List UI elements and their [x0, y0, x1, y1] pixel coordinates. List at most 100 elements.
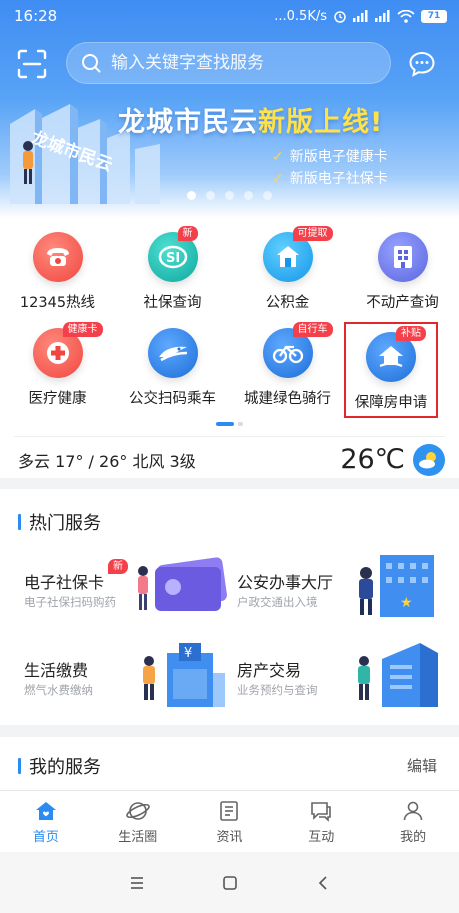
service-label: 医疗健康 [28, 391, 87, 407]
service-bus-scan[interactable]: 公交扫码乘车 [115, 314, 230, 410]
hot-services-title: 热门服务 [29, 513, 101, 534]
home-nav-button[interactable] [215, 868, 245, 898]
battery-icon: 71 [421, 9, 447, 23]
news-icon [220, 801, 239, 821]
service-badge: 新 [177, 226, 198, 241]
section-title: 热门服务 [18, 509, 101, 535]
weather-bar[interactable]: 多云 17° / 26° 北风 3级 26℃ [14, 436, 445, 482]
tab-mine[interactable]: 我的 [367, 791, 459, 852]
service-medical-health[interactable]: 健康卡 医疗健康 [0, 314, 115, 410]
hot-service-utility-payment[interactable]: 生活缴费 燃气水费缴纳 ¥ [24, 643, 239, 737]
tab-label: 生活圈 [118, 830, 158, 845]
search-row [0, 42, 459, 86]
hot-services-section: 热门服务 电子社保卡 电子社保扫码购药 新 公安办事大厅 户政交通出入境 ★ 生… [0, 489, 459, 725]
banner-feature-list: ✓ 新版电子健康卡 ✓ 新版电子社保卡 [272, 146, 388, 190]
hot-service-subtitle: 户政交通出入境 [237, 595, 318, 609]
service-badge: 可提取 [292, 226, 333, 241]
header-banner-area: 16:28 ...0.5K/s 71 输入关键字查找服务 龙城市民云 龙城市民云… [0, 0, 459, 218]
service-label: 城建绿色骑行 [244, 391, 331, 407]
banner-feature: ✓ 新版电子社保卡 [272, 171, 388, 187]
planet-icon [125, 802, 150, 820]
edit-button[interactable]: 编辑 [407, 755, 437, 776]
status-bar: 16:28 ...0.5K/s 71 [0, 0, 459, 32]
tab-home[interactable]: 首页 [0, 791, 92, 852]
hot-service-title: 电子社保卡 [24, 573, 105, 592]
tab-life-circle[interactable]: 生活圈 [92, 791, 184, 852]
bus-icon [147, 328, 198, 378]
hot-service-subtitle: 电子社保扫码购药 [24, 595, 116, 609]
svg-text:SI: SI [166, 251, 180, 266]
service-grid: 12345热线 SI 新 社保查询 可提取 公积金 不动产查询 健康卡 医疗健康… [0, 218, 459, 478]
hot-service-e-social-card[interactable]: 电子社保卡 电子社保扫码购药 新 [24, 557, 239, 649]
medical-cross-icon: 健康卡 [32, 322, 103, 378]
service-badge: 自行车 [292, 322, 333, 337]
tab-label: 我的 [400, 830, 427, 845]
utility-payment-illustration: ¥ [143, 643, 225, 707]
tab-news[interactable]: 资讯 [184, 791, 276, 852]
search-bar[interactable] [66, 42, 391, 84]
status-icons: ...0.5K/s 71 [274, 9, 447, 24]
my-services-section: 我的服务 编辑 [0, 737, 459, 797]
carousel-dot[interactable] [225, 191, 234, 200]
alarm-icon [333, 9, 347, 23]
search-icon [82, 54, 101, 73]
carousel-dot[interactable] [263, 191, 272, 200]
service-social-security[interactable]: SI 新 社保查询 [115, 218, 230, 314]
tab-label: 资讯 [216, 830, 243, 845]
scan-icon [17, 49, 47, 79]
tab-label: 互动 [308, 830, 335, 845]
service-real-estate[interactable]: 不动产查询 [345, 218, 459, 314]
grid-page-indicator [0, 422, 459, 426]
message-button[interactable] [406, 48, 438, 80]
status-time: 16:28 [14, 7, 58, 25]
banner-title-main: 龙城市民云 [118, 107, 258, 138]
check-icon: ✓ [272, 171, 284, 187]
signal-icon [353, 10, 369, 22]
svg-text:¥: ¥ [184, 646, 192, 661]
section-accent-bar [18, 758, 21, 774]
service-label: 不动产查询 [366, 295, 439, 311]
carousel-dots [0, 191, 459, 200]
page-indicator-active [216, 422, 234, 426]
hot-service-property-trade[interactable]: 房产交易 业务预约与查询 [237, 643, 452, 737]
hot-service-subtitle: 业务预约与查询 [237, 683, 318, 697]
police-hall-illustration: ★ [359, 555, 434, 617]
scan-button[interactable] [14, 46, 50, 82]
service-label: 社保查询 [143, 295, 202, 311]
property-trade-illustration [358, 643, 438, 707]
carousel-dot[interactable] [244, 191, 253, 200]
back-arrow-icon [318, 875, 327, 890]
tab-label: 首页 [32, 830, 59, 845]
chat-icon [311, 802, 332, 822]
recents-button[interactable] [122, 868, 152, 898]
back-button[interactable] [308, 868, 338, 898]
service-badge: 补贴 [396, 326, 426, 341]
house-fund-icon: 可提取 [262, 226, 333, 282]
partly-cloudy-icon [413, 443, 445, 476]
service-label: 公积金 [265, 295, 310, 311]
carousel-dot[interactable] [206, 191, 215, 200]
banner-title: 龙城市民云新版上线! [118, 100, 383, 139]
service-green-cycling[interactable]: 自行车 城建绿色骑行 [230, 314, 345, 410]
service-affordable-housing[interactable]: 补贴 保障房申请 [344, 322, 438, 418]
hot-service-title: 房产交易 [237, 661, 302, 680]
signal-icon [375, 10, 391, 22]
service-badge: 健康卡 [62, 322, 103, 337]
service-housing-fund[interactable]: 可提取 公积金 [230, 218, 345, 314]
tab-interaction[interactable]: 互动 [275, 791, 367, 852]
banner-feature: ✓ 新版电子健康卡 [272, 149, 388, 165]
phone-icon [32, 232, 83, 282]
network-speed: ...0.5K/s [274, 8, 327, 24]
square-icon [222, 875, 237, 890]
service-12345-hotline[interactable]: 12345热线 [0, 218, 115, 314]
social-card-illustration [138, 557, 227, 611]
hot-service-police-hall[interactable]: 公安办事大厅 户政交通出入境 ★ [237, 555, 452, 649]
search-input[interactable] [111, 53, 371, 73]
weather-temperature: 26℃ [340, 444, 405, 475]
bottom-tab-bar: 首页 生活圈 资讯 互动 我的 [0, 790, 459, 852]
service-label: 公交扫码乘车 [129, 391, 216, 407]
menu-icon [130, 876, 143, 889]
system-navigation-bar [0, 852, 459, 913]
my-services-title: 我的服务 [29, 757, 101, 778]
carousel-dot[interactable] [187, 191, 196, 200]
